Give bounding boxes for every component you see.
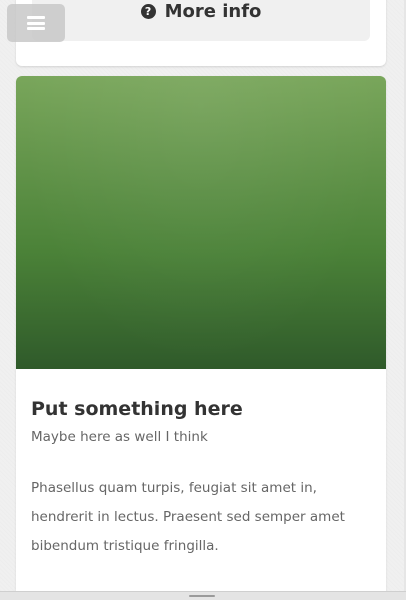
- content-card: Put something here Maybe here as well I …: [16, 76, 386, 592]
- card-text: Phasellus quam turpis, feugiat sit amet …: [31, 480, 345, 554]
- card-title: Put something here: [31, 398, 243, 420]
- card-image: [16, 76, 386, 369]
- previous-card: ? More info: [16, 0, 386, 66]
- menu-button[interactable]: [7, 4, 65, 42]
- hamburger-menu-icon: [27, 16, 45, 30]
- card-body: Put something here Maybe here as well I …: [16, 369, 386, 561]
- more-info-label: More info: [164, 1, 262, 22]
- menu-bar: [27, 21, 45, 25]
- pull-handle[interactable]: [189, 595, 215, 597]
- menu-bar: [27, 16, 45, 19]
- more-info-button[interactable]: ? More info: [32, 0, 370, 41]
- card-subtitle: Maybe here as well I think: [31, 429, 208, 445]
- menu-bar: [27, 27, 45, 30]
- question-circle-icon: ?: [140, 4, 156, 19]
